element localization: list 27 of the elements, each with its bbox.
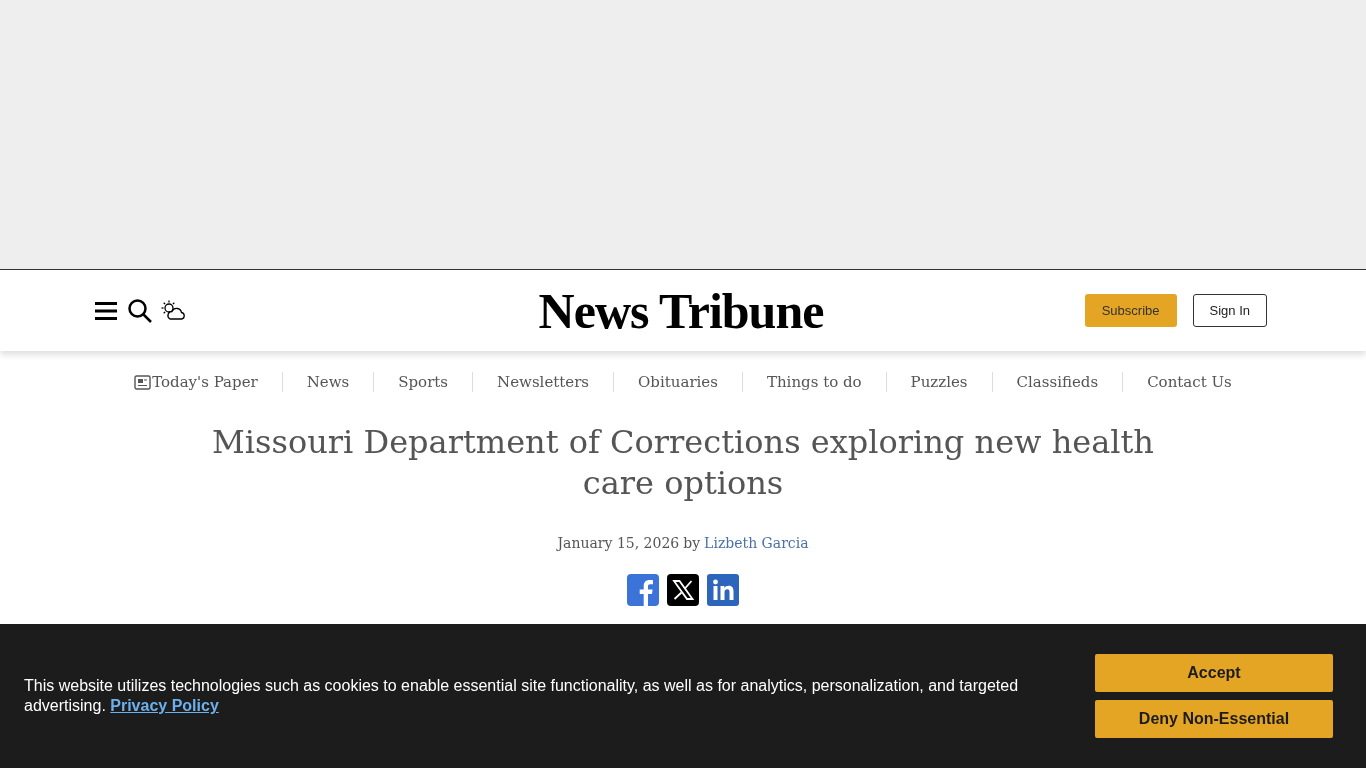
search-icon[interactable] xyxy=(127,297,153,324)
privacy-policy-link[interactable]: Privacy Policy xyxy=(110,697,219,714)
nav-link[interactable]: Obituaries xyxy=(614,371,742,394)
x-icon[interactable] xyxy=(667,573,699,606)
cookie-notice: This website utilizes technologies such as cookies to enable essential site functionality, as well as for analytics, personalization, and targeted advertising. Privacy Policy xyxy=(24,676,1020,716)
site-logo[interactable]: News Tribune xyxy=(538,285,824,336)
linkedin-icon[interactable] xyxy=(707,573,739,606)
facebook-icon[interactable] xyxy=(627,573,659,606)
nav-link[interactable]: News xyxy=(282,371,374,394)
nav-link[interactable]: Sports xyxy=(374,371,473,394)
menu-icon[interactable] xyxy=(95,300,119,321)
byline-label: by xyxy=(683,533,701,553)
sign-in-button[interactable]: Sign In xyxy=(1192,293,1267,328)
newspaper-icon xyxy=(134,374,152,390)
nav-link[interactable]: Things to do xyxy=(742,371,886,394)
nav-link[interactable]: Newsletters xyxy=(473,371,614,394)
nav-link[interactable]: Contact Us xyxy=(1123,371,1232,394)
nav-link[interactable]: Today's Paper xyxy=(134,371,282,394)
nav-link[interactable]: Classifieds xyxy=(992,371,1123,394)
nav-link[interactable]: Puzzles xyxy=(886,371,992,394)
publish-date: January 15, 2026 xyxy=(557,533,680,553)
author-link[interactable]: Lizbeth Garcia xyxy=(704,532,809,554)
accept-button[interactable]: Accept xyxy=(1095,654,1333,692)
article-headline: Missouri Department of Corrections exploring new health care options xyxy=(211,421,1155,505)
deny-button[interactable]: Deny Non-Essential xyxy=(1095,700,1333,738)
weather-icon[interactable] xyxy=(161,299,187,322)
subscribe-button[interactable]: Subscribe xyxy=(1084,293,1177,328)
